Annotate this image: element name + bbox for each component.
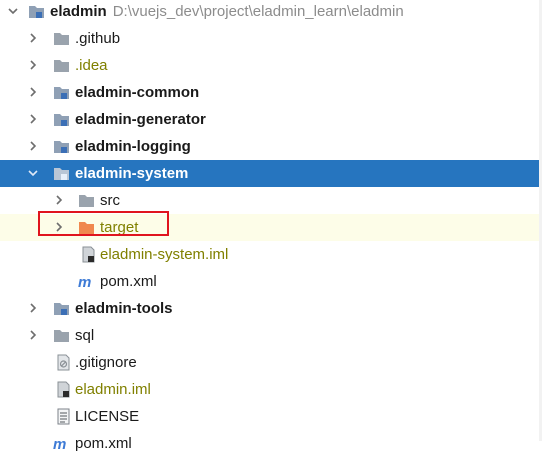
- tree-row-idea[interactable]: .idea: [0, 52, 542, 79]
- tree-item-label: eladmin-logging: [75, 138, 191, 155]
- iml-file-icon: [57, 381, 70, 398]
- tree-row-eladmin-system[interactable]: eladmin-system: [0, 160, 542, 187]
- tree-row-eladmin-system-iml[interactable]: eladmin-system.iml: [0, 241, 542, 268]
- tree-item-label: eladmin.iml: [75, 381, 151, 398]
- tree-item-label: .idea: [75, 57, 108, 74]
- tree-item-label: .gitignore: [75, 354, 137, 371]
- svg-text:m: m: [53, 436, 66, 452]
- module-folder-icon: [54, 168, 69, 180]
- tree-row-root[interactable]: eladmin D:\vuejs_dev\project\eladmin_lear…: [0, 0, 542, 25]
- module-folder-icon: [54, 114, 69, 126]
- tree-row-system-pom[interactable]: m pom.xml: [0, 268, 542, 295]
- folder-icon: [54, 330, 69, 342]
- svg-text:m: m: [78, 274, 91, 290]
- chevron-right-icon[interactable]: [26, 139, 40, 153]
- module-folder-icon: [54, 303, 69, 315]
- tree-row-eladmin-tools[interactable]: eladmin-tools: [0, 295, 542, 322]
- module-folder-icon: [54, 141, 69, 153]
- text-file-icon: [57, 408, 70, 425]
- chevron-right-icon[interactable]: [26, 112, 40, 126]
- tree-item-label: eladmin-common: [75, 84, 200, 101]
- tree-item-label: pom.xml: [100, 273, 157, 290]
- chevron-down-icon[interactable]: [6, 4, 20, 18]
- tree-row-sql[interactable]: sql: [0, 322, 542, 349]
- tree-row-eladmin-common[interactable]: eladmin-common: [0, 79, 542, 106]
- tree-item-label: eladmin-system: [75, 165, 189, 182]
- folder-icon: [54, 33, 69, 45]
- chevron-right-icon[interactable]: [26, 58, 40, 72]
- chevron-right-icon[interactable]: [26, 31, 40, 45]
- tree-row-eladmin-generator[interactable]: eladmin-generator: [0, 106, 542, 133]
- annotation-red-box: [38, 211, 169, 236]
- tree-row-gitignore[interactable]: .gitignore: [0, 349, 542, 376]
- root-path: D:\vuejs_dev\project\eladmin_learn\eladm…: [112, 3, 404, 20]
- module-folder-icon: [29, 6, 44, 18]
- chevron-right-icon[interactable]: [26, 328, 40, 342]
- tree-item-label: eladmin-generator: [75, 111, 206, 128]
- tree-row-github[interactable]: .github: [0, 25, 542, 52]
- ignore-file-icon: [57, 354, 70, 371]
- maven-icon: m: [78, 274, 91, 290]
- tree-row-license[interactable]: LICENSE: [0, 403, 542, 430]
- tree-item-label: pom.xml: [75, 435, 132, 452]
- chevron-right-icon[interactable]: [26, 85, 40, 99]
- root-name: eladmin: [50, 3, 107, 20]
- tree-row-src[interactable]: src: [0, 187, 542, 214]
- chevron-down-icon[interactable]: [26, 166, 40, 180]
- tree-row-root-pom[interactable]: m pom.xml: [0, 430, 542, 457]
- tree-row-eladmin-logging[interactable]: eladmin-logging: [0, 133, 542, 160]
- folder-icon: [79, 195, 94, 207]
- folder-icon: [54, 60, 69, 72]
- tree-item-label: .github: [75, 30, 121, 47]
- module-folder-icon: [54, 87, 69, 99]
- project-root-name: eladmin D:\vuejs_dev\project\eladmin_lear…: [50, 3, 404, 20]
- maven-icon: m: [53, 436, 66, 452]
- iml-file-icon: [82, 246, 95, 263]
- chevron-right-icon[interactable]: [26, 301, 40, 315]
- tree-row-eladmin-iml[interactable]: eladmin.iml: [0, 376, 542, 403]
- tree-item-label: eladmin-system.iml: [100, 246, 229, 263]
- chevron-right-icon[interactable]: [52, 193, 66, 207]
- tree-item-label: src: [100, 192, 120, 209]
- tree-item-label: sql: [75, 327, 95, 344]
- tree-item-label: LICENSE: [75, 408, 140, 425]
- tree-item-label: eladmin-tools: [75, 300, 173, 317]
